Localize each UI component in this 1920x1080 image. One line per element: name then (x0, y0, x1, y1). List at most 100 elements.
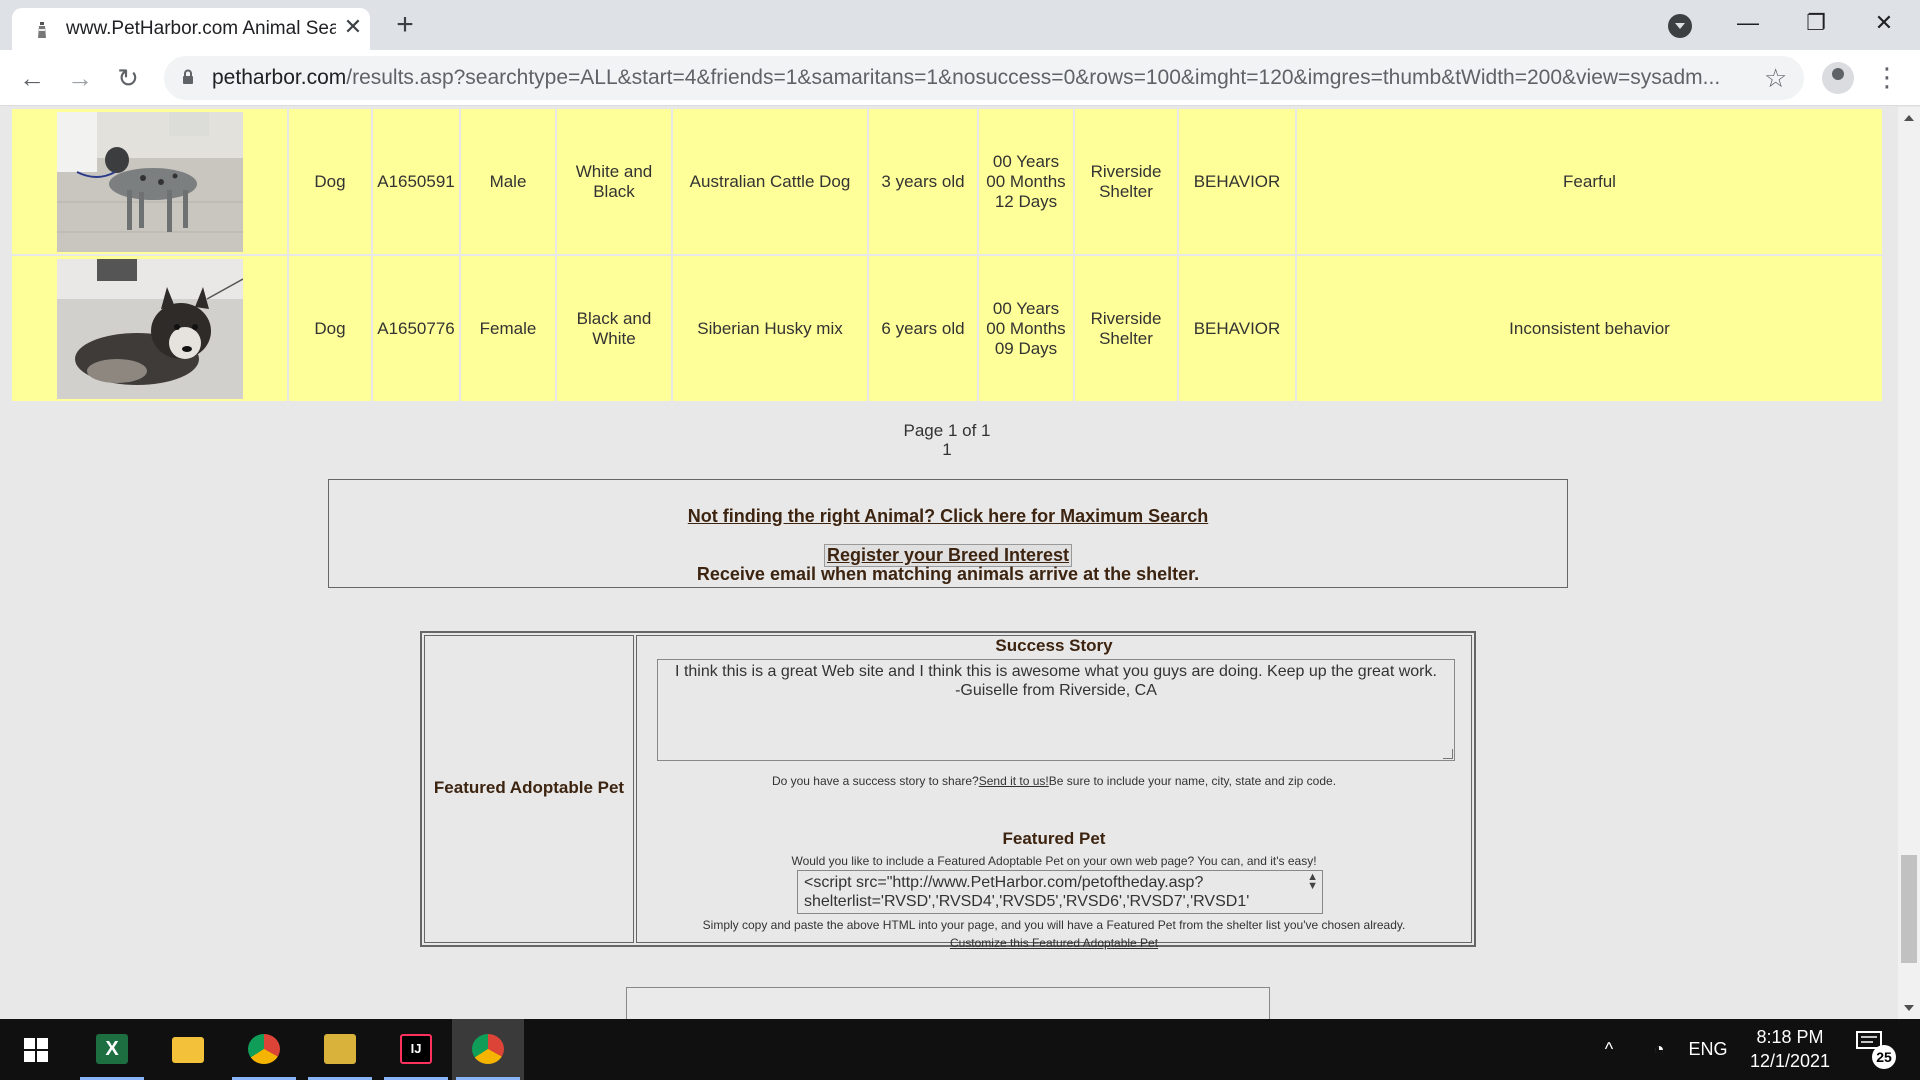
page-summary: Page 1 of 1 (903, 421, 991, 440)
embed-code-line: shelterlist='RVSD','RVSD4','RVSD5','RVSD… (804, 893, 1250, 910)
tools-taskbar-icon[interactable] (304, 1019, 376, 1080)
story-text: I think this is a great Web site and I t… (675, 663, 1437, 680)
scroll-down-arrow-icon[interactable] (1904, 1005, 1914, 1011)
scrollbar-thumb[interactable] (1901, 855, 1917, 963)
pet-id: A1650776 (373, 256, 459, 401)
send-it-to-us-link[interactable]: Send it to us! (979, 774, 1049, 788)
pet-shelter-line: Riverside (1090, 161, 1162, 181)
intellij-taskbar-icon[interactable]: IJ (380, 1019, 452, 1080)
new-tab-plus-icon[interactable]: + (388, 8, 422, 42)
chrome-profile-taskbar-icon[interactable] (228, 1019, 300, 1080)
pet-photo-cell[interactable] (12, 109, 287, 254)
share-prefix: Do you have a success story to share? (771, 774, 979, 788)
pet-age: 3 years old (869, 109, 977, 254)
browser-toolbar: ← → ↻ petharbor.com/results.asp?searchty… (0, 50, 1920, 106)
excel-icon: X (96, 1034, 128, 1064)
reload-icon[interactable]: ↻ (112, 62, 144, 94)
clock-date: 12/1/2021 (1749, 1051, 1831, 1071)
clock-time: 8:18 PM (1756, 1027, 1824, 1047)
share-story-line: Do you have a success story to share?Sen… (637, 774, 1471, 788)
pet-id: A1650591 (373, 109, 459, 254)
file-explorer-taskbar-icon[interactable] (152, 1019, 224, 1080)
resize-handle-icon[interactable] (1443, 749, 1453, 759)
search-help-box: Not finding the right Animal? Click here… (328, 479, 1568, 588)
show-hidden-icons-chevron-icon[interactable]: ^ (1594, 1019, 1624, 1080)
featured-label-cell: Featured Adoptable Pet (424, 635, 634, 943)
bookmark-star-icon[interactable]: ☆ (1764, 63, 1787, 94)
close-window-icon[interactable]: ✕ (1856, 6, 1912, 40)
back-arrow-icon[interactable]: ← (16, 62, 48, 94)
share-suffix: Be sure to include your name, city, stat… (1048, 774, 1337, 788)
table-row[interactable]: Dog A1650591 Male White and Black Austral… (12, 109, 1882, 254)
bottom-panel (626, 987, 1270, 1019)
featured-pet-description: Would you like to include a Featured Ado… (791, 854, 1317, 868)
pet-stay-line: 00 Years (992, 151, 1060, 171)
action-center-icon[interactable]: 25 (1856, 1031, 1896, 1069)
pet-age: 6 years old (869, 256, 977, 401)
pet-stay: 00 Years 00 Months 09 Days (979, 256, 1073, 401)
start-button[interactable] (0, 1019, 72, 1080)
restore-window-icon[interactable]: ❐ (1788, 6, 1844, 40)
browser-tab[interactable]: www.PetHarbor.com Animal Sear ✕ (12, 8, 370, 50)
wifi-icon[interactable]: ◔ (1644, 1019, 1674, 1080)
tab-title: www.PetHarbor.com Animal Sear (66, 18, 336, 39)
forward-arrow-icon[interactable]: → (64, 62, 96, 94)
pet-sex: Male (461, 109, 555, 254)
pet-photo[interactable] (56, 258, 243, 399)
language-indicator[interactable]: ENG (1686, 1019, 1730, 1080)
pet-shelter-line: Shelter (1099, 181, 1153, 201)
lighthouse-favicon-icon (38, 22, 46, 38)
pet-sex: Female (461, 256, 555, 401)
scroll-arrows-icon[interactable]: ▲ ▼ (1307, 872, 1318, 892)
pet-stay-line: 09 Days (994, 338, 1058, 358)
pet-stay-line: 00 Months (986, 171, 1066, 191)
pet-breed: Siberian Husky mix (673, 256, 867, 401)
excel-taskbar-icon[interactable]: X (76, 1019, 148, 1080)
taskbar-clock[interactable]: 8:18 PM 12/1/2021 (1730, 1025, 1850, 1073)
pet-shelter-line: Riverside (1090, 308, 1162, 328)
profile-avatar-icon[interactable] (1822, 62, 1854, 94)
scroll-up-arrow-icon[interactable] (1904, 115, 1914, 121)
page-content: Dog A1650591 Male White and Black Austral… (0, 107, 1898, 1019)
pet-color-line: Black (593, 181, 635, 201)
success-story-textarea[interactable]: I think this is a great Web site and I t… (657, 659, 1455, 761)
chrome-icon (472, 1034, 504, 1064)
maximum-search-link[interactable]: Not finding the right Animal? Click here… (329, 506, 1567, 527)
pet-photo[interactable] (56, 111, 243, 252)
minimize-window-icon[interactable]: — (1720, 6, 1776, 40)
featured-section: Featured Adoptable Pet Success Story I t… (420, 631, 1476, 950)
pager: Page 1 of 1 1 (0, 421, 1894, 459)
url-path: /results.asp?searchtype=ALL&start=4&frie… (346, 66, 1721, 89)
windows-taskbar: X IJ ^ ◔ ENG 8:18 PM 12/1/2021 25 (0, 1019, 1920, 1080)
pet-note: Inconsistent behavior (1297, 256, 1882, 401)
featured-adoptable-pet-label: Featured Adoptable Pet (433, 778, 625, 797)
tools-icon (324, 1034, 356, 1064)
lock-icon (183, 69, 193, 84)
chrome-taskbar-icon[interactable] (452, 1019, 524, 1080)
pet-shelter-line: Shelter (1099, 328, 1153, 348)
success-story-heading: Success Story (995, 636, 1113, 655)
pet-type: Dog (289, 256, 371, 401)
pet-color: White and Black (557, 109, 671, 254)
address-bar[interactable]: petharbor.com/results.asp?searchtype=ALL… (164, 56, 1804, 100)
windows-logo-icon (24, 1038, 48, 1062)
tab-close-icon[interactable]: ✕ (340, 14, 366, 40)
story-author: -Guiselle from Riverside, CA (955, 682, 1157, 699)
embed-code-textarea[interactable]: <script src="http://www.PetHarbor.com/pe… (797, 870, 1323, 914)
tab-search-dropdown-icon[interactable] (1668, 14, 1692, 38)
featured-content-cell: Success Story I think this is a great We… (636, 635, 1472, 950)
embed-code-line: <script src="http://www.PetHarbor.com/pe… (804, 874, 1204, 891)
page-number-link[interactable]: 1 (0, 440, 1894, 459)
customize-featured-pet-link[interactable]: Customize this Featured Adoptable Pet (950, 936, 1158, 950)
pet-photo-cell[interactable] (12, 256, 287, 401)
table-row[interactable]: Dog A1650776 Female Black and White Siber… (12, 256, 1882, 401)
results-table: Dog A1650591 Male White and Black Austral… (10, 107, 1884, 403)
receive-email-text: Receive email when matching animals arri… (696, 564, 1200, 584)
page-scrollbar[interactable] (1898, 107, 1920, 1019)
intellij-icon: IJ (400, 1034, 432, 1064)
copy-instructions: Simply copy and paste the above HTML int… (702, 918, 1406, 932)
chrome-icon (248, 1034, 280, 1064)
pet-color-line: Black and (576, 308, 652, 328)
browser-menu-icon[interactable]: ⋮ (1872, 60, 1902, 94)
pet-stay-line: 12 Days (994, 191, 1058, 211)
